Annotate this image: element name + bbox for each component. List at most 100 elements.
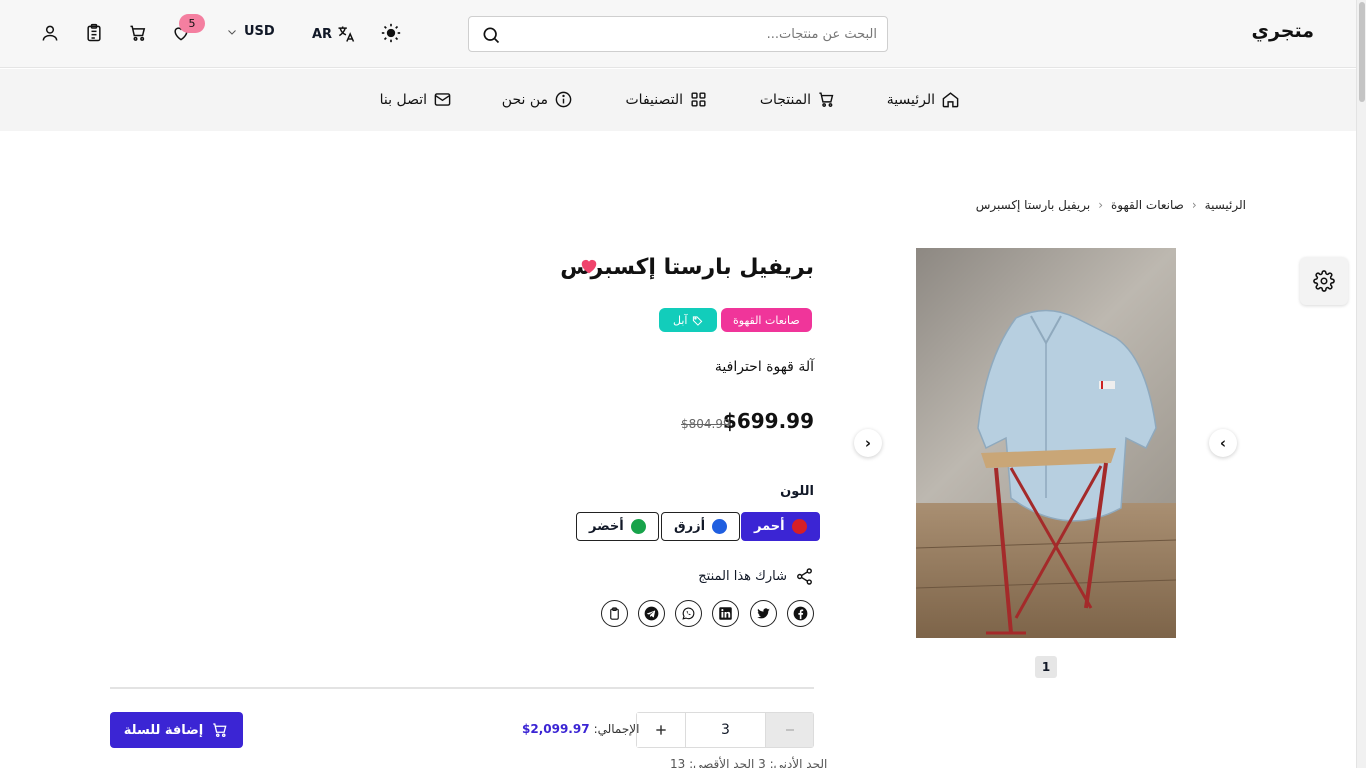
nav-item-label: اتصل بنا bbox=[379, 91, 427, 108]
nav-item-label: التصنيفات bbox=[625, 91, 684, 108]
language-code: AR bbox=[312, 26, 333, 42]
top-bar: متجري AR USD 5 bbox=[0, 0, 1356, 68]
product-old-price: $804.99 bbox=[681, 417, 731, 431]
settings-button[interactable] bbox=[1300, 257, 1348, 305]
product-title: بريفيل بارستا إكسبرس bbox=[560, 255, 814, 280]
color-dot bbox=[630, 519, 646, 534]
color-option-red[interactable]: أحمر bbox=[741, 512, 820, 541]
clipboard-list-icon bbox=[87, 23, 101, 42]
gallery-page-indicator[interactable]: 1 bbox=[1035, 656, 1057, 678]
sun-icon bbox=[381, 23, 401, 43]
main-nav: الرئيسية المنتجات التصنيفات من نحن اتصل … bbox=[0, 69, 1356, 131]
product-price: $699.99 bbox=[722, 409, 814, 433]
orders-button[interactable] bbox=[83, 22, 105, 44]
nav-item-home[interactable]: الرئيسية bbox=[887, 90, 960, 109]
chevron-left-icon: ‹ bbox=[1098, 198, 1104, 212]
tag-label: آبل bbox=[673, 313, 688, 327]
share-whatsapp-button[interactable] bbox=[675, 600, 702, 627]
share-telegram-button[interactable] bbox=[638, 600, 665, 627]
nav-item-label: المنتجات bbox=[759, 91, 811, 108]
cart-button[interactable] bbox=[127, 22, 149, 44]
add-to-cart-label: إضافة للسلة bbox=[123, 722, 204, 738]
color-option-blue[interactable]: أزرق bbox=[661, 512, 741, 541]
shopping-cart-icon bbox=[130, 25, 146, 41]
share-facebook-button[interactable] bbox=[787, 600, 814, 627]
total-label: الإجمالي: bbox=[593, 722, 640, 736]
translate-icon bbox=[338, 26, 355, 42]
quantity-stepper: 3 bbox=[636, 712, 814, 748]
grid-icon bbox=[691, 92, 706, 107]
quantity-decrease-button[interactable] bbox=[765, 713, 813, 747]
search-icon[interactable] bbox=[481, 25, 501, 45]
tag-icon bbox=[693, 315, 703, 326]
tag-label: صانعات القهوة bbox=[733, 313, 800, 327]
breadcrumb-item-category[interactable]: صانعات القهوة bbox=[1111, 198, 1184, 212]
cart-icon bbox=[213, 723, 227, 738]
linkedin-icon bbox=[719, 607, 732, 620]
cart-icon bbox=[819, 92, 834, 107]
plus-icon bbox=[656, 725, 666, 735]
quantity-limits: الحد الأدنى: 3 الحد الأقصى: 13 bbox=[670, 757, 828, 768]
mail-icon bbox=[434, 93, 451, 106]
currency-code: USD bbox=[244, 24, 275, 39]
minus-icon bbox=[785, 729, 794, 731]
brand-tag[interactable]: آبل bbox=[659, 308, 718, 332]
twitter-icon bbox=[757, 608, 770, 619]
chevron-down-icon bbox=[228, 29, 236, 35]
gear-icon bbox=[1313, 270, 1335, 292]
whatsapp-icon bbox=[682, 607, 695, 620]
quantity-value[interactable]: 3 bbox=[686, 713, 765, 747]
color-option-label: أحمر bbox=[754, 519, 785, 534]
breadcrumb-item-current: بريفيل بارستا إكسبرس bbox=[975, 198, 1091, 212]
color-label: اللون bbox=[780, 484, 814, 499]
copy-link-button[interactable] bbox=[601, 600, 628, 627]
product-photo bbox=[916, 248, 1176, 638]
color-option-label: أخضر bbox=[589, 519, 624, 534]
product-image[interactable] bbox=[916, 248, 1176, 638]
color-dot bbox=[712, 519, 728, 534]
category-tag[interactable]: صانعات القهوة bbox=[721, 308, 812, 332]
scrollbar-thumb[interactable] bbox=[1359, 2, 1365, 102]
wishlist-count-badge: 5 bbox=[179, 14, 205, 33]
telegram-icon bbox=[644, 606, 659, 621]
total-price: الإجمالي: $2,099.97 bbox=[522, 722, 639, 736]
color-option-green[interactable]: أخضر bbox=[576, 512, 659, 541]
brand-logo[interactable]: متجري bbox=[1252, 20, 1314, 42]
currency-selector[interactable]: USD bbox=[226, 24, 275, 39]
facebook-icon bbox=[793, 606, 808, 621]
theme-toggle-button[interactable] bbox=[380, 22, 402, 44]
nav-item-contact[interactable]: اتصل بنا bbox=[380, 90, 452, 109]
color-dot bbox=[791, 519, 807, 534]
chevron-left-icon: ‹ bbox=[1191, 198, 1197, 212]
share-icon bbox=[797, 568, 812, 585]
page-scrollbar[interactable] bbox=[1356, 0, 1366, 768]
quantity-increase-button[interactable] bbox=[637, 713, 686, 747]
breadcrumb-item-home[interactable]: الرئيسية bbox=[1205, 198, 1246, 212]
share-linkedin-button[interactable] bbox=[712, 600, 739, 627]
nav-item-label: من نحن bbox=[501, 91, 548, 108]
add-to-cart-button[interactable]: إضافة للسلة bbox=[110, 712, 243, 748]
nav-item-products[interactable]: المنتجات bbox=[760, 90, 836, 109]
clipboard-icon bbox=[610, 607, 619, 620]
nav-item-about[interactable]: من نحن bbox=[502, 90, 573, 109]
product-description: آلة قهوة احترافية bbox=[714, 359, 814, 375]
breadcrumb: الرئيسية ‹ صانعات القهوة ‹ بريفيل بارستا… bbox=[976, 198, 1246, 212]
account-button[interactable] bbox=[39, 22, 61, 44]
nav-item-label: الرئيسية bbox=[886, 91, 935, 108]
share-twitter-button[interactable] bbox=[750, 600, 777, 627]
share-section-label: شارك هذا المنتج bbox=[698, 567, 814, 586]
home-icon bbox=[942, 92, 959, 108]
search-input[interactable] bbox=[517, 23, 877, 45]
section-divider bbox=[110, 687, 814, 689]
language-switcher[interactable]: AR bbox=[312, 24, 356, 44]
share-label-text: شارك هذا المنتج bbox=[698, 569, 787, 584]
info-icon bbox=[555, 91, 572, 108]
total-amount: $2,099.97 bbox=[522, 722, 590, 736]
gallery-prev-button[interactable]: › bbox=[1209, 429, 1237, 457]
nav-item-categories[interactable]: التصنيفات bbox=[626, 90, 709, 109]
search-box bbox=[468, 16, 888, 52]
heart-filled-icon[interactable] bbox=[580, 258, 598, 274]
gallery-next-button[interactable]: ‹ bbox=[854, 429, 882, 457]
color-option-label: أزرق bbox=[674, 519, 706, 534]
user-icon bbox=[42, 25, 58, 41]
